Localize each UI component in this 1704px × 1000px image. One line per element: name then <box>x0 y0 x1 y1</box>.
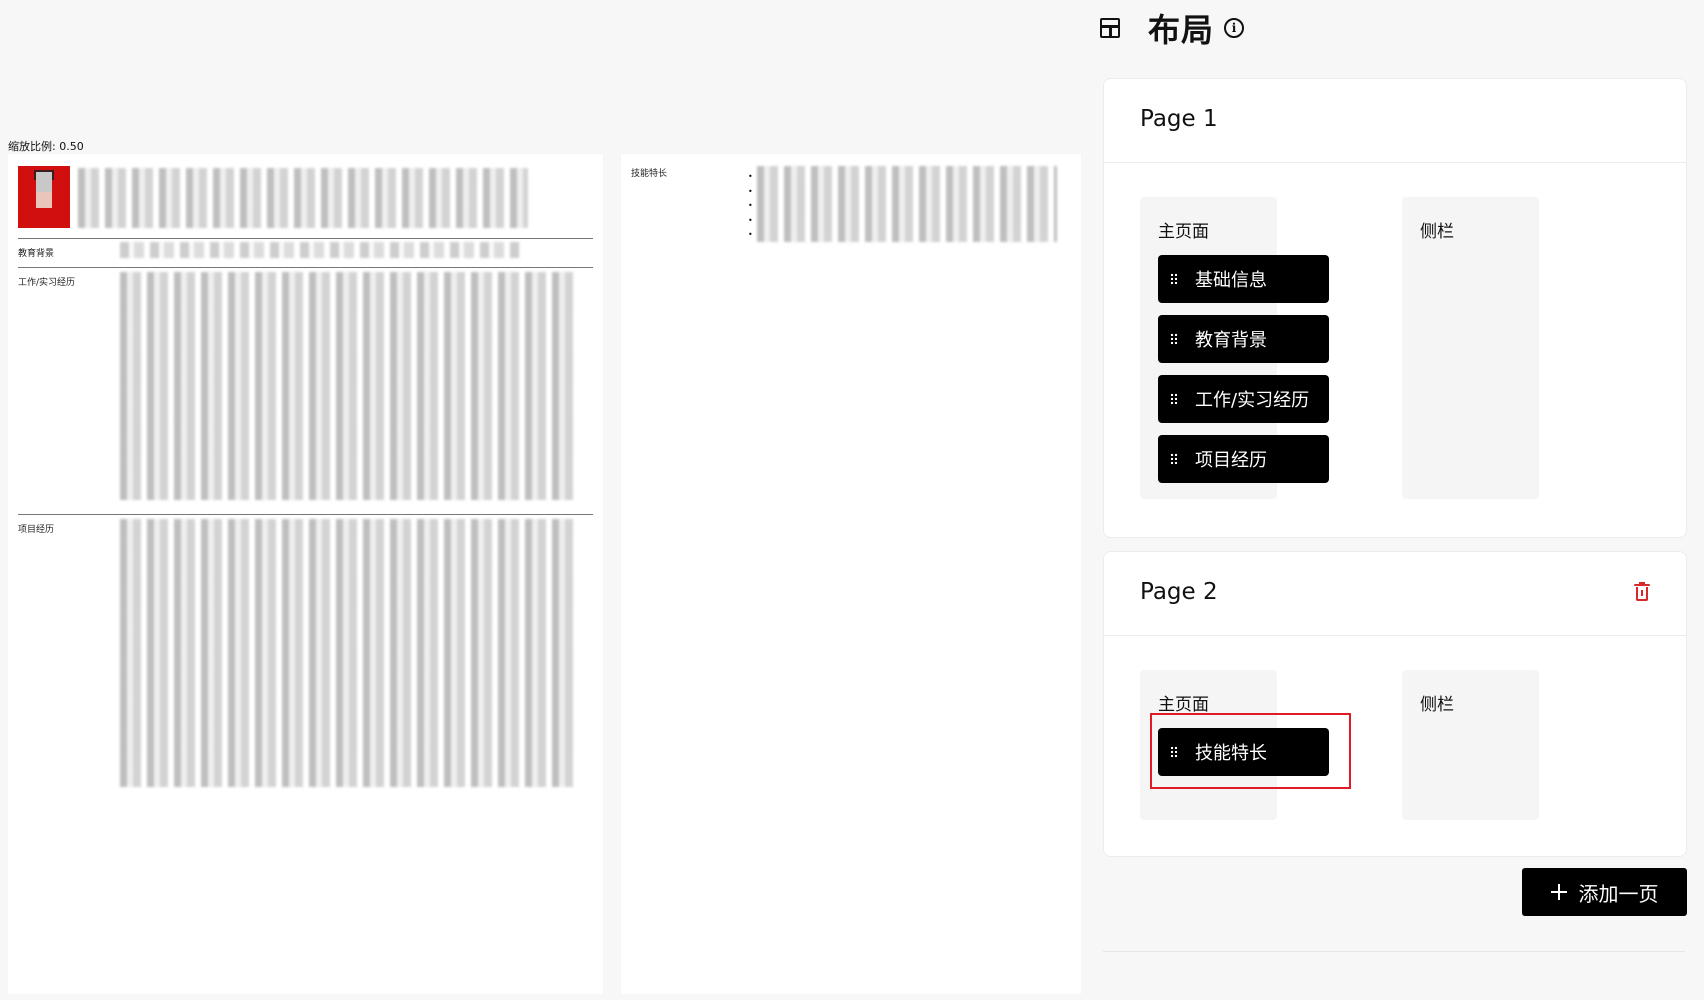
main-column-label: 主页面 <box>1158 222 1209 242</box>
section-item-label: 教育背景 <box>1195 330 1267 351</box>
add-page-button[interactable]: 添加一页 <box>1522 868 1687 916</box>
panel-title: 布局 <box>1148 11 1215 49</box>
section-item-projects[interactable]: 项目经历 <box>1158 435 1329 483</box>
main-column-dropzone[interactable]: 主页面 基础信息 教育背景 工作/实习经历 项目经历 <box>1140 197 1329 499</box>
bullet: • <box>748 172 753 181</box>
section-label-education: 教育背景 <box>18 249 55 259</box>
page-card-1: Page 1 主页面 基础信息 教育背景 工作/实习经历 项目经历 侧栏 <box>1103 78 1687 538</box>
plus-icon <box>1550 884 1567 900</box>
panel-divider <box>1103 951 1685 952</box>
scale-label: 缩放比例: 0.50 <box>8 140 84 153</box>
education-redacted <box>120 242 520 258</box>
basic-info-redacted <box>78 168 528 228</box>
drag-handle-icon[interactable] <box>1170 393 1178 405</box>
layout-icon <box>1100 18 1120 38</box>
work-experience-redacted <box>120 272 578 500</box>
section-item-label: 项目经历 <box>1195 450 1267 471</box>
sidebar-column-label: 侧栏 <box>1420 222 1454 242</box>
page-card-header: Page 2 <box>1104 552 1686 636</box>
layout-panel-header: 布局 i <box>1100 8 1245 49</box>
section-item-education[interactable]: 教育背景 <box>1158 315 1329 363</box>
skills-bullets: • • • • • <box>748 170 753 243</box>
section-label-projects: 项目经历 <box>18 525 55 535</box>
sidebar-column-dropzone[interactable]: 侧栏 <box>1402 670 1539 820</box>
section-divider <box>18 267 593 268</box>
sidebar-column-dropzone[interactable]: 侧栏 <box>1402 197 1539 499</box>
profile-photo <box>18 166 70 228</box>
info-icon[interactable]: i <box>1224 18 1245 38</box>
section-label-skills: 技能特长 <box>631 169 668 179</box>
bullet: • <box>748 186 753 196</box>
drag-handle-icon[interactable] <box>1170 453 1178 465</box>
drag-handle-icon[interactable] <box>1170 333 1178 345</box>
projects-redacted <box>120 519 578 787</box>
sidebar-column-label: 侧栏 <box>1420 695 1454 715</box>
page-card-2: Page 2 主页面 技能特长 侧栏 <box>1103 551 1687 857</box>
page-title: Page 1 <box>1140 106 1218 132</box>
section-item-label: 基础信息 <box>1195 270 1267 291</box>
section-item-label: 工作/实习经历 <box>1195 390 1310 411</box>
section-divider <box>18 514 593 515</box>
page-title: Page 2 <box>1140 579 1218 605</box>
delete-page-icon[interactable] <box>1634 582 1650 601</box>
section-label-work: 工作/实习经历 <box>18 278 76 288</box>
resume-page-1-preview: 教育背景 工作/实习经历 项目经历 <box>8 154 603 994</box>
selection-highlight-box <box>1150 713 1351 789</box>
page-card-header: Page 1 <box>1104 79 1686 163</box>
resume-page-2-preview: 技能特长 • • • • • <box>621 154 1081 994</box>
bullet: • <box>748 215 753 225</box>
drag-handle-icon[interactable] <box>1170 273 1178 285</box>
add-page-label: 添加一页 <box>1578 881 1659 906</box>
main-column-label: 主页面 <box>1158 695 1209 715</box>
bullet: • <box>748 201 753 210</box>
section-divider <box>18 238 593 239</box>
bullet: • <box>748 230 753 239</box>
skills-redacted <box>757 166 1057 242</box>
section-item-basic-info[interactable]: 基础信息 <box>1158 255 1329 303</box>
section-item-work-experience[interactable]: 工作/实习经历 <box>1158 375 1329 423</box>
